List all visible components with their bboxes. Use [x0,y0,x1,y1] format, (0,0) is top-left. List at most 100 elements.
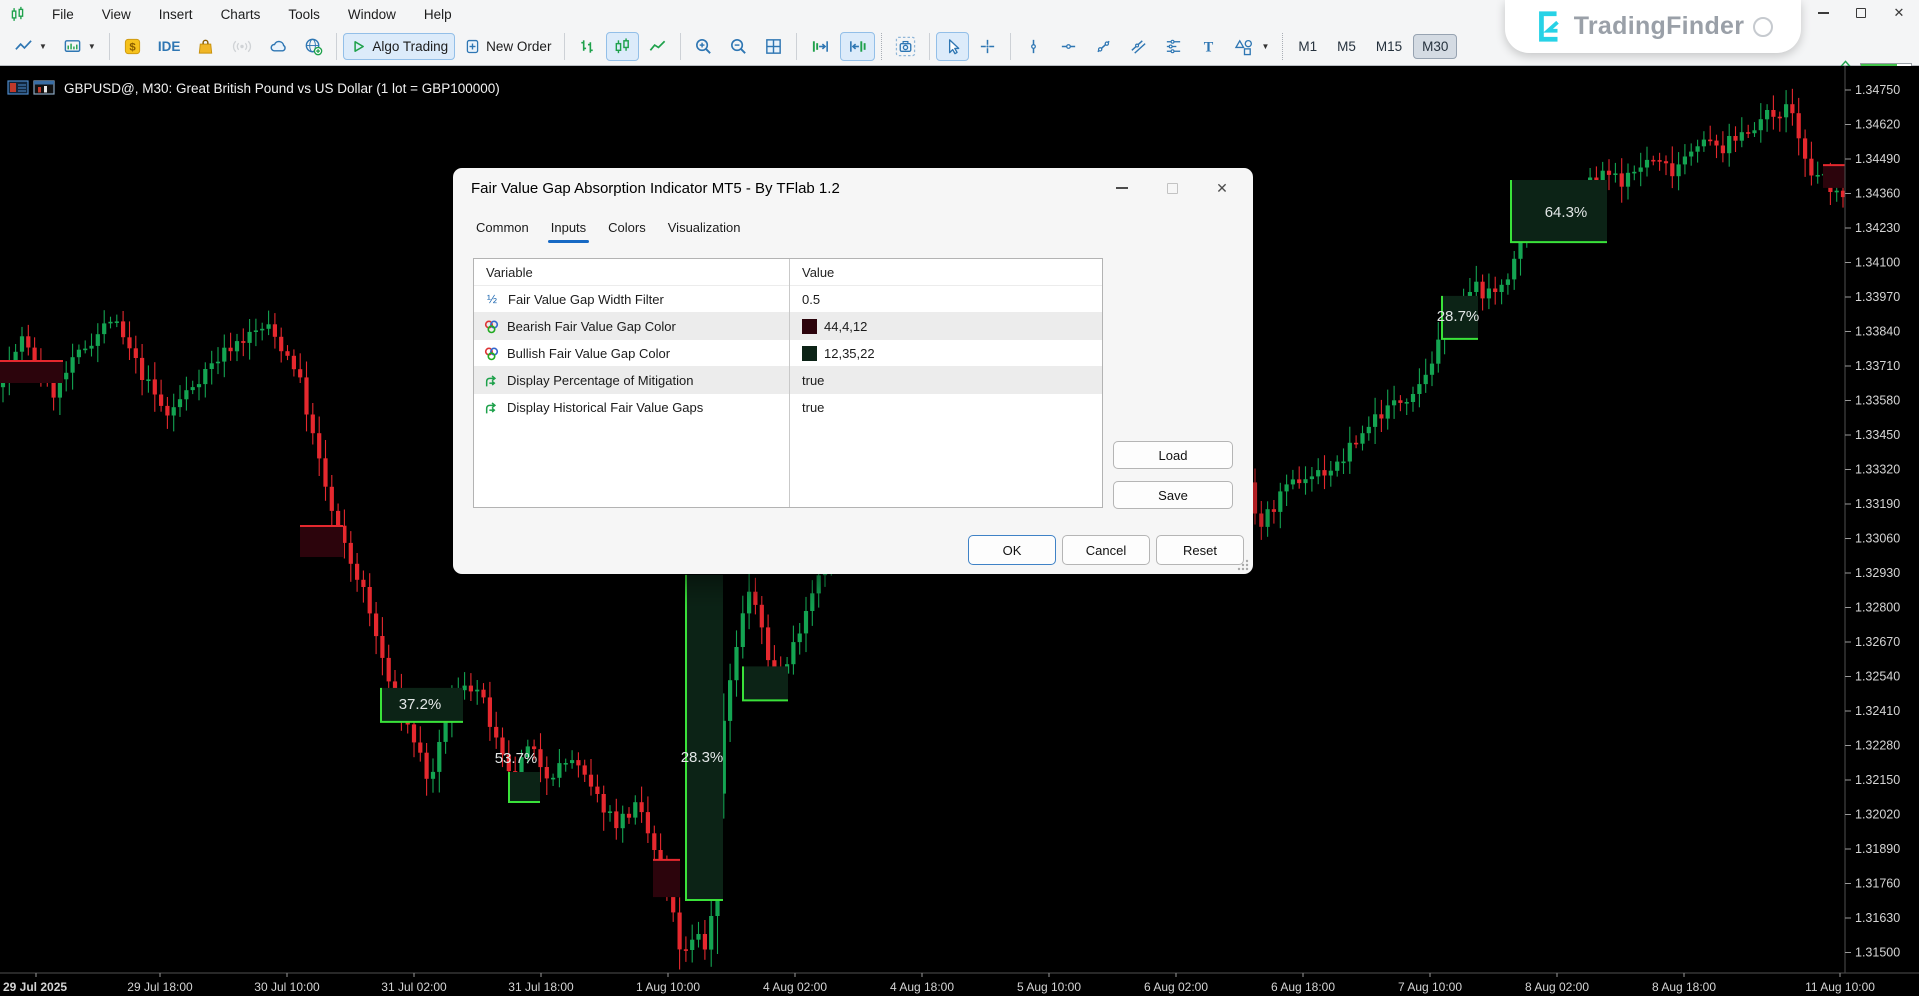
reset-button[interactable]: Reset [1156,535,1244,565]
tab-visualization[interactable]: Visualization [657,212,752,245]
svg-text:6 Aug 18:00: 6 Aug 18:00 [1271,980,1335,994]
svg-text:1.31890: 1.31890 [1855,842,1900,856]
window-restore-button[interactable] [1847,2,1875,24]
param-row-3[interactable]: Bullish Fair Value Gap Color12,35,22 [474,339,1102,366]
dialog-resize-grip[interactable] [1236,558,1249,571]
svg-text:29 Jul 2025: 29 Jul 2025 [3,980,67,994]
candles-chart-button[interactable] [606,32,639,61]
svg-text:1.33580: 1.33580 [1855,394,1900,408]
dialog-minimize-button[interactable] [1107,176,1137,200]
svg-text:1.33320: 1.33320 [1855,463,1900,477]
cancel-button[interactable]: Cancel [1062,535,1150,565]
param-value: true [802,400,824,415]
svg-text:1.34360: 1.34360 [1855,187,1900,201]
crosshair-button[interactable] [971,32,1004,61]
symbol-dollar-button[interactable]: $ [116,32,149,61]
load-button[interactable]: Load [1113,441,1233,469]
signals-button[interactable] [224,32,260,61]
param-row-1[interactable]: ½Fair Value Gap Width Filter0.5 [474,285,1102,312]
indicator-list-dropdown-icon[interactable]: ▼ [39,42,47,51]
menu-help[interactable]: Help [410,4,466,25]
equidistant-channel-button[interactable] [1122,32,1155,61]
svg-text:1.34230: 1.34230 [1855,221,1900,235]
dialog-close-button[interactable]: ✕ [1207,176,1237,200]
chart-shift-button[interactable] [840,32,875,61]
svg-text:30 Jul 10:00: 30 Jul 10:00 [254,980,320,994]
ok-button[interactable]: OK [968,535,1056,565]
param-row-2[interactable]: Bearish Fair Value Gap Color44,4,12 [474,312,1102,339]
text-tool-button[interactable]: T [1192,32,1225,61]
svg-text:1.31500: 1.31500 [1855,946,1900,960]
main-menu: FileViewInsertChartsToolsWindowHelp [38,4,466,25]
tab-common[interactable]: Common [465,212,540,245]
trendline-button[interactable] [1087,32,1120,61]
tile-windows-button[interactable] [757,32,790,61]
window-controls: ✕ [1809,2,1913,24]
indicator-list-icon [14,37,33,56]
toolbar-separator [1010,33,1011,60]
svg-text:4 Aug 02:00: 4 Aug 02:00 [763,980,827,994]
timeframe-m1-button[interactable]: M1 [1289,34,1326,59]
shapes-dropdown-icon[interactable]: ▼ [1261,42,1269,51]
save-button[interactable]: Save [1113,481,1233,509]
horizontal-line-button[interactable] [1052,32,1085,61]
fraction-icon: ½ [484,292,500,306]
cloud-button[interactable] [262,32,295,61]
tradingfinder-logo-icon [1533,10,1565,44]
param-value-cell[interactable]: 44,4,12 [789,319,867,334]
line-chart-button[interactable] [641,32,674,61]
param-row-4[interactable]: Display Percentage of Mitigationtrue [474,366,1102,393]
window-close-button[interactable]: ✕ [1885,2,1913,24]
svg-text:1.34100: 1.34100 [1855,256,1900,270]
menu-window[interactable]: Window [334,4,410,25]
tab-inputs[interactable]: Inputs [540,212,597,245]
param-row-5[interactable]: Display Historical Fair Value Gapstrue [474,393,1102,420]
timeframe-m30-button[interactable]: M30 [1413,34,1457,59]
param-value-cell[interactable]: true [789,373,824,388]
bars-chart-button[interactable] [571,32,604,61]
color-wheel-icon [484,319,499,334]
tab-colors[interactable]: Colors [597,212,657,245]
param-value-cell[interactable]: true [789,400,824,415]
input-arrows-icon [484,400,499,415]
indicator-list-button[interactable]: ▼ [7,32,54,61]
cursor-icon [943,37,962,56]
param-value-cell[interactable]: 12,35,22 [789,346,875,361]
menu-insert[interactable]: Insert [145,4,207,25]
menu-file[interactable]: File [38,4,88,25]
ide-button[interactable]: IDE [151,34,188,59]
menu-view[interactable]: View [88,4,145,25]
menu-tools[interactable]: Tools [274,4,334,25]
dialog-maximize-button[interactable] [1157,176,1187,200]
window-minimize-button[interactable] [1809,2,1837,24]
web-services-button[interactable] [297,32,330,61]
algo-trading-button[interactable]: Algo Trading [343,33,455,60]
svg-text:1.32540: 1.32540 [1855,670,1900,684]
cursor-button[interactable] [936,32,969,61]
svg-text:31 Jul 02:00: 31 Jul 02:00 [381,980,447,994]
dialog-title: Fair Value Gap Absorption Indicator MT5 … [471,180,840,197]
svg-text:31 Jul 18:00: 31 Jul 18:00 [508,980,574,994]
timeframe-m5-button[interactable]: M5 [1328,34,1365,59]
vertical-line-button[interactable] [1017,32,1050,61]
param-value-cell[interactable]: 0.5 [789,292,820,307]
shapes-button[interactable]: ▼ [1227,32,1276,61]
timeframe-m15-button[interactable]: M15 [1367,34,1411,59]
fibonacci-button[interactable] [1157,32,1190,61]
dialog-titlebar[interactable]: Fair Value Gap Absorption Indicator MT5 … [453,168,1253,208]
auto-scroll-icon [810,37,831,56]
zoom-out-button[interactable] [722,32,755,61]
zoom-in-button[interactable] [687,32,720,61]
svg-text:1.32410: 1.32410 [1855,704,1900,718]
svg-text:1.33060: 1.33060 [1855,532,1900,546]
menu-charts[interactable]: Charts [207,4,275,25]
algo-trading-label: Algo Trading [372,39,448,54]
svg-text:$: $ [129,41,136,53]
chart-template-button[interactable]: ▼ [56,32,103,61]
auto-scroll-button[interactable] [803,32,838,61]
market-store-button[interactable] [189,32,222,61]
chart-template-dropdown-icon[interactable]: ▼ [88,42,96,51]
screenshot-button[interactable] [888,31,923,62]
new-order-button[interactable]: New Order [457,33,558,60]
svg-text:1.33710: 1.33710 [1855,359,1900,373]
